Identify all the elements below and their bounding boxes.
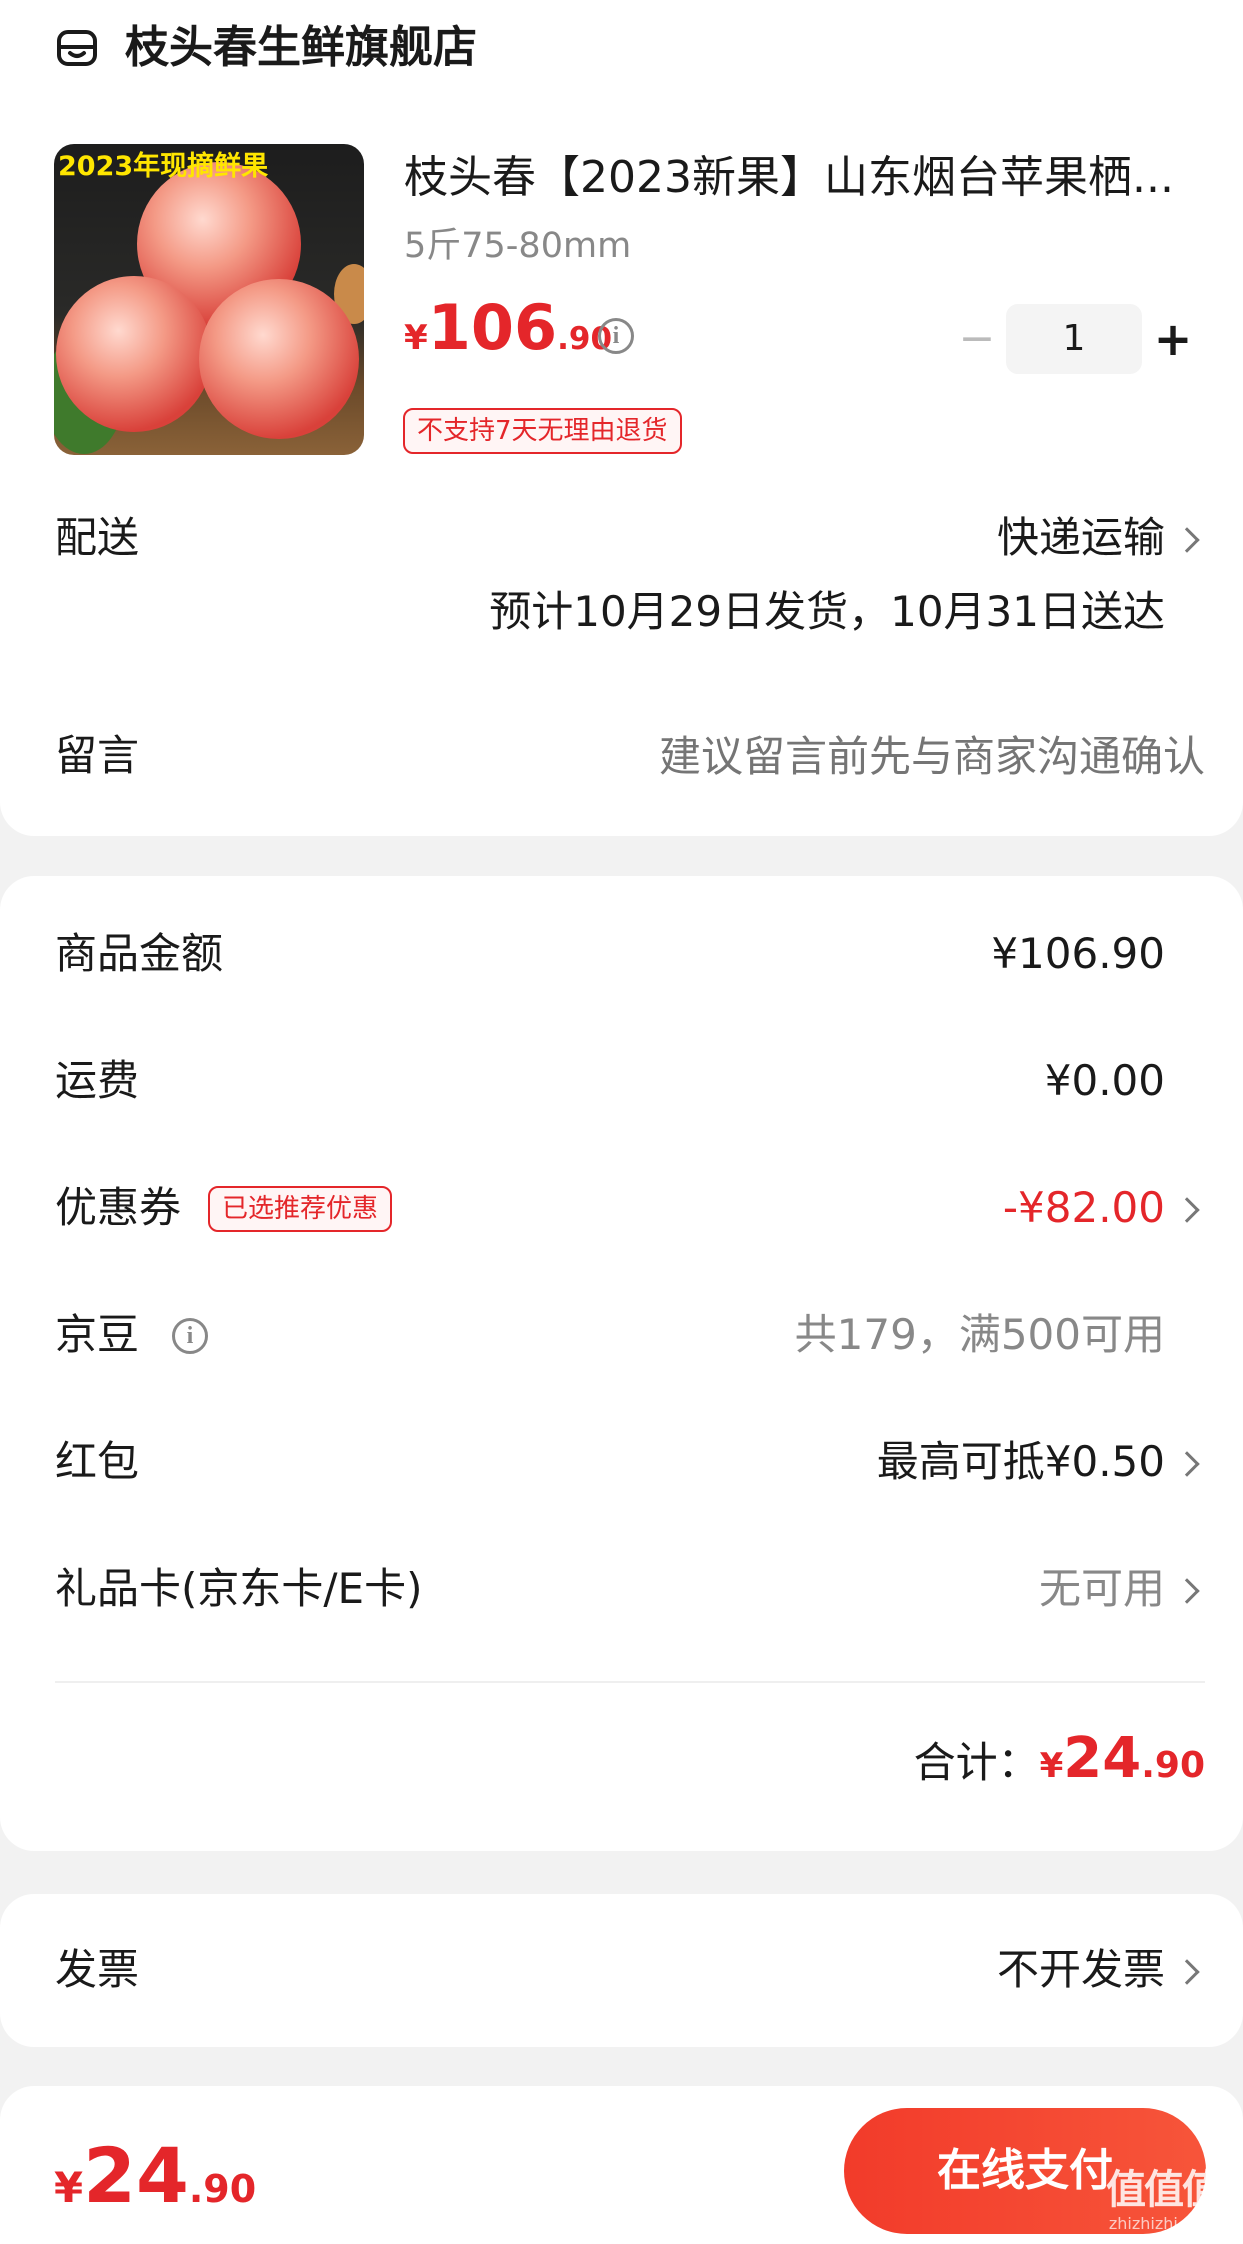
summary-total: 合计：¥24.90 bbox=[914, 1724, 1205, 1807]
total-int: 24 bbox=[1063, 1726, 1142, 1791]
coupon-value[interactable]: -¥82.00 bbox=[1003, 1178, 1165, 1238]
message-label: 留言 bbox=[55, 731, 140, 780]
shipping-label: 运费 bbox=[55, 1056, 140, 1105]
gift-card-label: 礼品卡(京东卡/E卡) bbox=[55, 1564, 423, 1613]
price-currency: ¥ bbox=[404, 318, 428, 358]
invoice-chevron-icon[interactable] bbox=[1174, 1959, 1200, 1985]
pay-button-label: 在线支付 bbox=[937, 2145, 1113, 2196]
coupon-tag: 已选推荐优惠 bbox=[208, 1186, 393, 1232]
store-header[interactable]: 枝头春生鲜旗舰店 bbox=[55, 18, 755, 78]
apples-illustration bbox=[54, 162, 364, 454]
delivery-method[interactable]: 快递运输 bbox=[997, 508, 1165, 568]
total-dec: .90 bbox=[1141, 1745, 1205, 1786]
summary-divider bbox=[55, 1681, 1205, 1683]
price-int: 106 bbox=[427, 291, 558, 364]
store-name: 枝头春生鲜旗舰店 bbox=[125, 22, 477, 73]
jingdou-label: 京豆 bbox=[55, 1310, 140, 1359]
price-info-icon[interactable]: i bbox=[598, 318, 634, 354]
message-input[interactable] bbox=[445, 724, 1205, 788]
minus-button[interactable]: − bbox=[952, 304, 1002, 374]
delivery-chevron-icon[interactable] bbox=[1174, 527, 1200, 553]
footer-currency: ¥ bbox=[54, 2163, 84, 2212]
total-currency: ¥ bbox=[1039, 1746, 1064, 1786]
invoice-value[interactable]: 不开发票 bbox=[997, 1940, 1165, 2000]
goods-amount-value: ¥106.90 bbox=[991, 929, 1165, 978]
jingdou-value: 共179，满500可用 bbox=[794, 1310, 1165, 1359]
coupon-label: 优惠券 bbox=[55, 1183, 182, 1232]
quantity-input[interactable]: 1 bbox=[1006, 304, 1142, 374]
delivery-estimate: 预计10月29日发货，10月31日送达 bbox=[489, 587, 1165, 636]
delivery-label: 配送 bbox=[55, 513, 140, 562]
red-packet-label: 红包 bbox=[55, 1437, 140, 1486]
invoice-card[interactable]: 发票 不开发票 bbox=[0, 1894, 1243, 2047]
red-packet-value[interactable]: 最高可抵¥0.50 bbox=[877, 1432, 1165, 1492]
footer-amount-dec: .90 bbox=[188, 2167, 257, 2211]
product-image[interactable]: 2023年现摘鲜果 bbox=[54, 144, 364, 455]
checkout-footer: ¥24.90 在线支付 值值值 zhizhizhi.com bbox=[0, 2086, 1243, 2244]
jingdou-info-icon[interactable]: i bbox=[172, 1318, 208, 1354]
product-spec[interactable]: 5斤75-80mm bbox=[404, 222, 631, 270]
watermark-text: 值值值 bbox=[1106, 2167, 1222, 2213]
gift-card-value[interactable]: 无可用 bbox=[1039, 1559, 1165, 1619]
footer-amount-int: 24 bbox=[83, 2131, 189, 2220]
goods-amount-label: 商品金额 bbox=[55, 929, 224, 978]
store-icon bbox=[55, 26, 99, 70]
watermark-logo: 值值值 zhizhizhi.com bbox=[1088, 2166, 1238, 2234]
product-title[interactable]: 枝头春【2023新果】山东烟台苹果栖... bbox=[404, 148, 1204, 208]
product-image-caption: 2023年现摘鲜果 bbox=[58, 151, 269, 182]
red-packet-chevron-icon[interactable] bbox=[1174, 1451, 1200, 1477]
coupon-chevron-icon[interactable] bbox=[1174, 1197, 1200, 1223]
order-product-card: 枝头春生鲜旗舰店 2023年现摘鲜果 枝头春【2023新果】山东烟台苹果栖...… bbox=[0, 0, 1243, 836]
footer-amount: ¥24.90 bbox=[54, 2128, 256, 2237]
product-price: ¥106.90 bbox=[404, 288, 612, 379]
invoice-label: 发票 bbox=[55, 1945, 140, 1994]
total-label: 合计： bbox=[913, 1738, 1040, 1787]
price-summary-card: 商品金额 ¥106.90 运费 ¥0.00 优惠券 已选推荐优惠 -¥82.00… bbox=[0, 876, 1243, 1851]
return-policy-tag: 不支持7天无理由退货 bbox=[403, 408, 682, 454]
shipping-value: ¥0.00 bbox=[1044, 1056, 1165, 1105]
watermark-site: zhizhizhi.com bbox=[1108, 2214, 1218, 2233]
gift-card-chevron-icon[interactable] bbox=[1174, 1578, 1200, 1604]
plus-button[interactable]: + bbox=[1148, 304, 1198, 374]
